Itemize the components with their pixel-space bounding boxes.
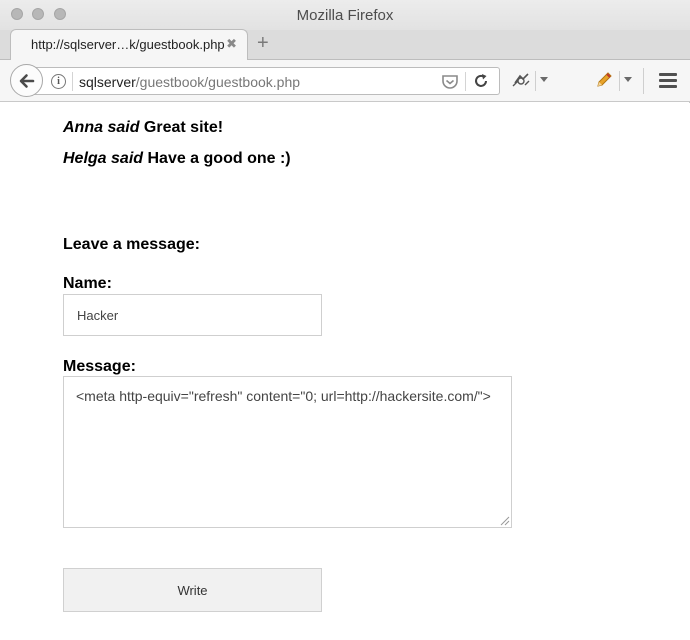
tab-guestbook[interactable]: http://sqlserver…k/guestbook.php ✖: [10, 29, 248, 60]
url-bar[interactable]: i sqlserver/guestbook/guestbook.php: [26, 67, 500, 95]
message-label: Message:: [63, 358, 136, 375]
entry-message: Have a good one :): [147, 150, 291, 167]
url-divider: [465, 72, 466, 91]
pocket-icon[interactable]: [441, 74, 459, 90]
entry-author: Helga said: [63, 150, 144, 167]
tab-close-icon[interactable]: ✖: [226, 36, 237, 52]
window-title: Mozilla Firefox: [296, 7, 394, 24]
tab-strip: http://sqlserver…k/guestbook.php ✖ +: [0, 29, 690, 60]
new-tab-button[interactable]: +: [257, 32, 269, 55]
extension-icon[interactable]: [512, 72, 532, 88]
guestbook-entry: Helga said Have a good one :): [63, 150, 291, 168]
url-host: sqlserver: [79, 74, 136, 90]
page-content: Anna said Great site! Helga said Have a …: [0, 103, 690, 640]
browser-window: Mozilla Firefox http://sqlserver…k/guest…: [0, 0, 690, 640]
toolbar-divider: [643, 68, 644, 94]
url-text[interactable]: sqlserver/guestbook/guestbook.php: [79, 74, 300, 90]
resize-grip-icon[interactable]: [499, 515, 510, 526]
pencil-icon[interactable]: [595, 71, 613, 89]
entry-message: Great site!: [143, 119, 224, 136]
chevron-down-icon[interactable]: [540, 77, 548, 82]
info-icon[interactable]: i: [51, 74, 66, 89]
name-label: Name:: [63, 275, 112, 292]
guestbook-entry: Anna said Great site!: [63, 119, 223, 137]
chevron-down-icon[interactable]: [624, 77, 632, 82]
hamburger-menu-icon[interactable]: [659, 73, 677, 88]
entry-author: Anna said: [63, 119, 140, 136]
form-heading: Leave a message:: [63, 236, 200, 253]
navigation-bar: i sqlserver/guestbook/guestbook.php: [0, 60, 690, 102]
back-arrow-icon: [19, 74, 35, 88]
url-divider: [72, 72, 73, 91]
title-bar: Mozilla Firefox: [0, 0, 690, 30]
message-textarea[interactable]: <meta http-equiv="refresh" content="0; u…: [63, 376, 512, 528]
name-input[interactable]: [63, 294, 322, 336]
toolbar-divider: [535, 71, 536, 91]
tab-title: http://sqlserver…k/guestbook.php: [31, 37, 225, 52]
toolbar-divider: [619, 71, 620, 91]
back-button[interactable]: [10, 64, 43, 97]
write-button[interactable]: Write: [63, 568, 322, 612]
url-path: /guestbook/guestbook.php: [135, 74, 301, 90]
reload-icon[interactable]: [473, 73, 489, 89]
